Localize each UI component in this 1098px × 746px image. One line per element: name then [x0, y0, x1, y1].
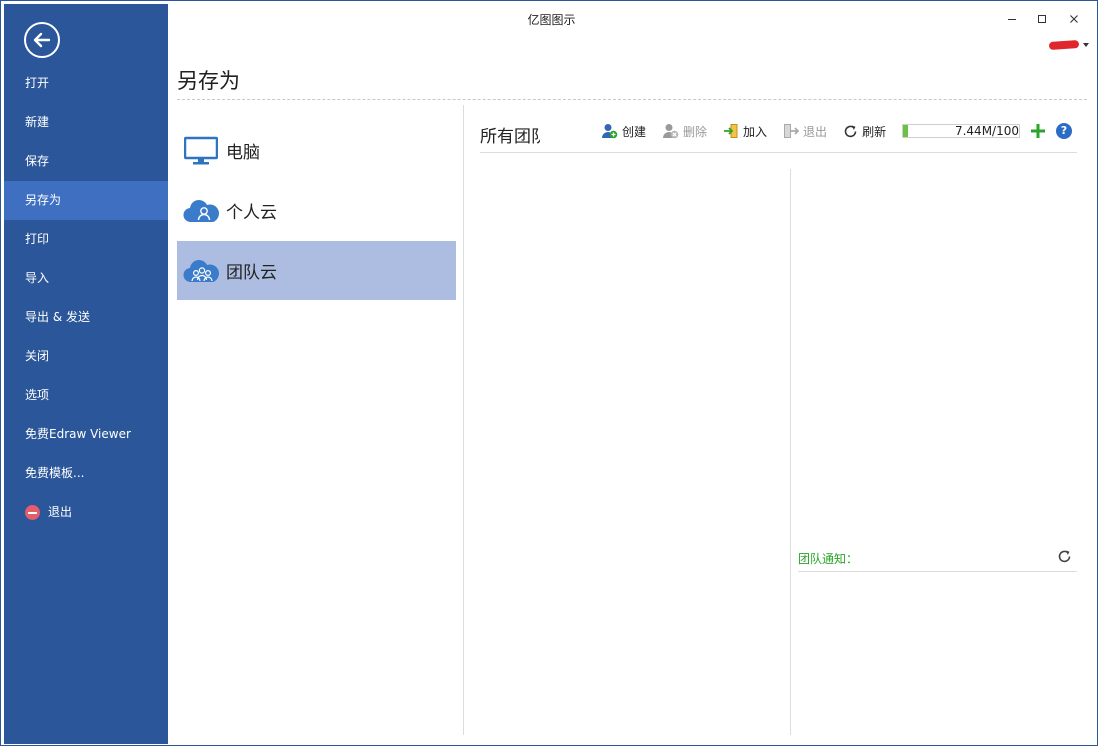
backstage-sidebar: 打开 新建 保存 另存为 打印 导入 导出 & 发送 关闭 选项 免费Edraw…: [4, 4, 168, 744]
menu-item-open[interactable]: 打开: [4, 64, 168, 103]
menu-item-save-as[interactable]: 另存为: [4, 181, 168, 220]
refresh-label: 刷新: [862, 124, 887, 139]
title-bar: 亿图图示: [168, 4, 1095, 34]
team-notice-label: 团队通知：: [798, 552, 859, 566]
menu-item-label: 免费模板...: [25, 466, 85, 480]
location-label: 个人云: [226, 203, 277, 223]
menu-item-save[interactable]: 保存: [4, 142, 168, 181]
page-title: 另存为: [177, 69, 240, 93]
notice-refresh-button[interactable]: [1057, 549, 1073, 565]
minimize-button[interactable]: [997, 8, 1027, 30]
location-computer[interactable]: 电脑: [177, 121, 456, 180]
app-window: 打开 新建 保存 另存为 打印 导入 导出 & 发送 关闭 选项 免费Edraw…: [0, 0, 1098, 746]
menu-item-label: 另存为: [25, 193, 62, 207]
window-title: 亿图图示: [527, 13, 576, 27]
save-location-list: 电脑 个人云 团队云: [177, 121, 456, 301]
location-panel-divider: [463, 105, 464, 735]
menu-item-label: 导出 & 发送: [25, 310, 90, 324]
enter-icon: [724, 124, 738, 138]
menu-item-exit[interactable]: 退出: [4, 493, 168, 532]
menu-item-free-viewer[interactable]: 免费Edraw Viewer: [4, 415, 168, 454]
menu-item-close[interactable]: 关闭: [4, 337, 168, 376]
create-team-label: 创建: [622, 124, 647, 139]
location-team-cloud[interactable]: 团队云: [177, 241, 456, 300]
menu-item-import[interactable]: 导入: [4, 259, 168, 298]
join-team-label: 加入: [743, 124, 768, 139]
menu-item-options[interactable]: 选项: [4, 376, 168, 415]
location-label: 团队云: [226, 263, 277, 283]
chevron-down-icon[interactable]: [1083, 43, 1089, 47]
close-icon: [1070, 15, 1078, 23]
menu-item-label: 选项: [25, 388, 50, 402]
menu-item-label: 免费Edraw Viewer: [25, 427, 131, 441]
leave-team-label: 退出: [803, 124, 828, 139]
storage-usage-bar: 7.44M/100: [902, 124, 1020, 138]
join-team-button[interactable]: 加入: [723, 123, 767, 140]
close-button[interactable]: [1059, 8, 1089, 30]
heading-divider: [177, 99, 1087, 100]
team-list-divider: [790, 169, 791, 735]
leave-team-button[interactable]: 退出: [783, 123, 827, 140]
maximize-button[interactable]: [1027, 8, 1057, 30]
cloud-team-icon: [183, 256, 219, 286]
backstage-menu: 打开 新建 保存 另存为 打印 导入 导出 & 发送 关闭 选项 免费Edraw…: [4, 64, 168, 532]
menu-item-label: 打开: [25, 76, 50, 90]
refresh-button[interactable]: 刷新: [843, 123, 886, 140]
user-account-avatar[interactable]: [1048, 39, 1080, 51]
team-panel-title: 所有团队: [480, 127, 540, 147]
add-icon[interactable]: [1030, 122, 1046, 140]
back-button[interactable]: [24, 22, 60, 58]
add-user-icon: [602, 124, 618, 139]
menu-item-label: 导入: [25, 271, 50, 285]
menu-item-label: 关闭: [25, 349, 50, 363]
exit-icon: [25, 505, 40, 520]
menu-item-print[interactable]: 打印: [4, 220, 168, 259]
help-icon[interactable]: ?: [1056, 123, 1072, 139]
menu-item-label: 保存: [25, 154, 50, 168]
cloud-user-icon: [183, 196, 219, 226]
monitor-icon: [183, 136, 219, 166]
menu-item-label: 打印: [25, 232, 50, 246]
minimize-icon: [1008, 19, 1016, 20]
refresh-icon: [844, 125, 857, 137]
delete-team-button[interactable]: 删除: [662, 123, 707, 140]
refresh-icon: [1058, 550, 1071, 563]
create-team-button[interactable]: 创建: [601, 123, 646, 140]
location-label: 电脑: [226, 143, 260, 163]
storage-usage-fill: [903, 125, 908, 137]
menu-item-label: 新建: [25, 115, 50, 129]
delete-team-label: 删除: [683, 124, 708, 139]
team-toolbar: 创建 删除 加入 退出 刷新: [601, 121, 902, 141]
menu-item-label: 退出: [48, 505, 73, 519]
storage-usage-text: 7.44M/100: [954, 124, 1019, 138]
location-personal-cloud[interactable]: 个人云: [177, 181, 456, 240]
exit-door-icon: [784, 124, 800, 138]
team-notice-divider: [798, 571, 1077, 572]
menu-item-free-templates[interactable]: 免费模板...: [4, 454, 168, 493]
remove-user-icon: [663, 124, 679, 139]
arrow-left-icon: [33, 32, 51, 48]
menu-item-new[interactable]: 新建: [4, 103, 168, 142]
maximize-icon: [1038, 15, 1046, 23]
team-panel-divider: [480, 152, 1077, 153]
menu-item-export-send[interactable]: 导出 & 发送: [4, 298, 168, 337]
